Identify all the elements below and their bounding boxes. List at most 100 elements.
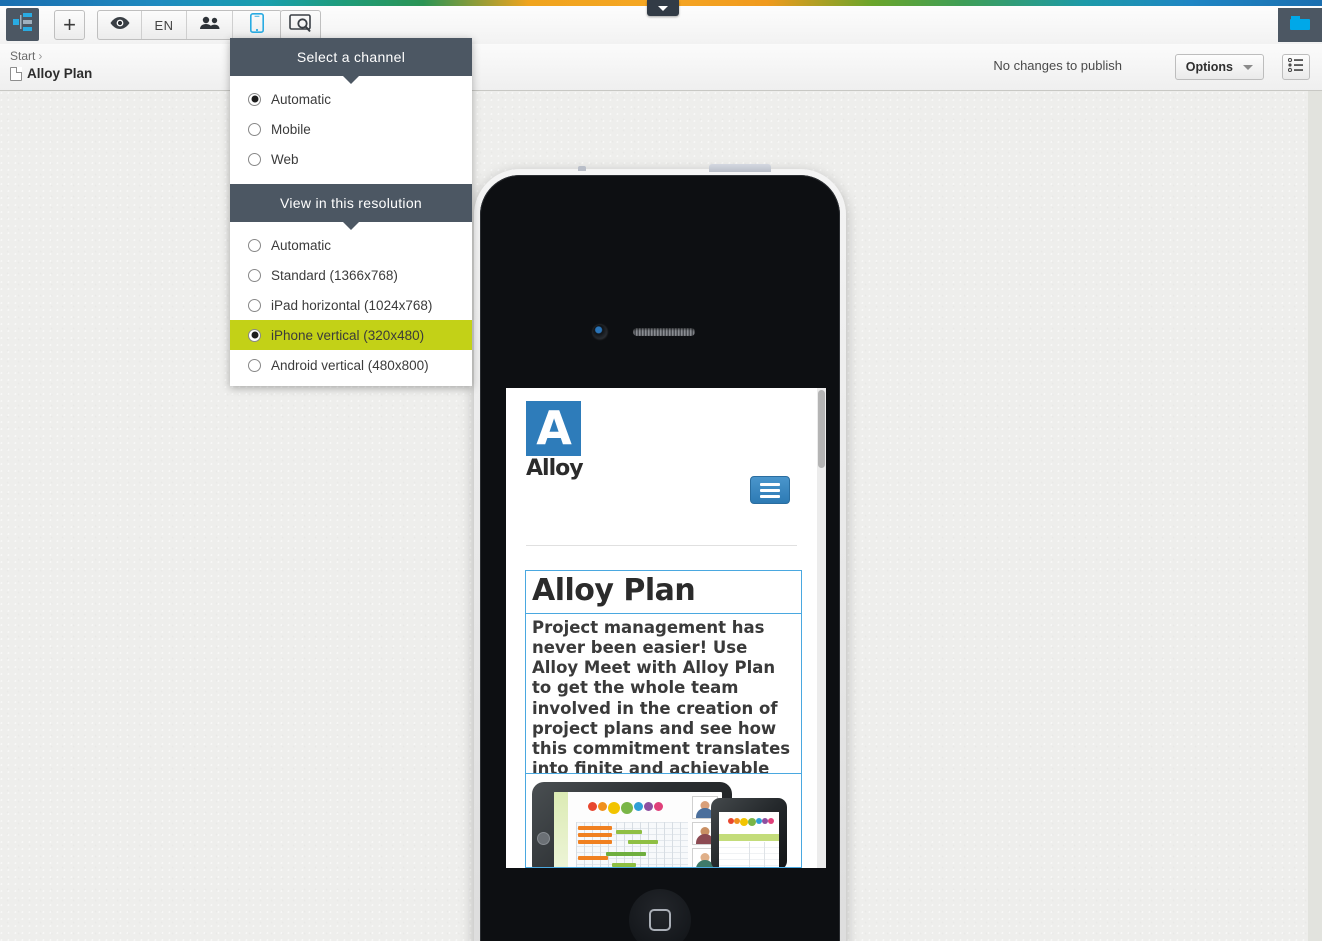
tablet-sidebar [554, 792, 568, 867]
device-channel-button[interactable] [233, 11, 281, 39]
publish-status-text: No changes to publish [993, 58, 1122, 73]
resolution-option-android-vertical[interactable]: Android vertical (480x800) [230, 350, 472, 380]
site-heading: Alloy Plan [532, 573, 696, 608]
select-channel-header: Select a channel [230, 38, 472, 84]
phone-table-graphic [719, 842, 779, 867]
breadcrumb-separator-icon: › [38, 49, 43, 63]
phone-power-button [709, 164, 771, 172]
assets-pane-button[interactable] [1278, 8, 1322, 42]
channel-option-label: Web [271, 151, 299, 167]
channel-list: Automatic Mobile Web [230, 76, 472, 184]
site-logo[interactable]: A Alloy [526, 401, 584, 481]
radio-icon [248, 298, 261, 312]
product-phone-screen [719, 812, 779, 867]
website-preview-screen[interactable]: A Alloy Alloy Plan Project management ha… [506, 388, 826, 868]
canvas-right-edge [1308, 91, 1322, 941]
alloy-logo-text: Alloy [526, 456, 584, 481]
users-icon [199, 16, 221, 35]
preview-resolution-button[interactable] [280, 10, 321, 40]
plus-icon: + [63, 12, 76, 37]
global-menu-pull-tab[interactable] [647, 0, 679, 16]
gantt-chart-graphic [576, 822, 688, 867]
view-resolution-title: View in this resolution [279, 195, 423, 211]
preview-canvas: A Alloy Alloy Plan Project management ha… [0, 91, 1322, 941]
editable-image-block[interactable] [525, 773, 802, 868]
home-square-icon [649, 909, 671, 931]
page-header-bar: Start › Alloy Plan No changes to publish … [0, 44, 1322, 91]
channel-option-web[interactable]: Web [230, 144, 472, 174]
channel-option-label: Mobile [271, 121, 311, 137]
tablet-screen [554, 792, 722, 867]
channel-option-label: Automatic [271, 91, 332, 107]
resolution-option-automatic[interactable]: Automatic [230, 230, 472, 260]
visitor-group-button[interactable] [187, 11, 233, 39]
sitemap-icon [12, 13, 33, 36]
hamburger-line [760, 488, 780, 492]
navigation-pane-button[interactable] [6, 8, 39, 41]
site-header-divider [526, 545, 797, 546]
website-scrollbar-thumb[interactable] [818, 390, 825, 468]
resolution-option-standard[interactable]: Standard (1366x768) [230, 260, 472, 290]
breadcrumb[interactable]: Start › [10, 49, 42, 63]
product-image-tablet [532, 782, 732, 867]
page-document-icon [10, 66, 22, 81]
breadcrumb-root[interactable]: Start [10, 49, 35, 63]
options-label: Options [1185, 60, 1233, 74]
phone-mute-switch [578, 166, 586, 171]
resolution-option-ipad-horizontal[interactable]: iPad horizontal (1024x768) [230, 290, 472, 320]
options-button[interactable]: Options [1174, 54, 1264, 80]
mobile-device-icon [250, 12, 264, 38]
popup-arrow-icon [342, 75, 360, 84]
phone-camera-icon [593, 325, 607, 339]
phone-body: A Alloy Alloy Plan Project management ha… [480, 175, 840, 941]
resolution-option-iphone-vertical[interactable]: iPhone vertical (320x480) [230, 320, 472, 350]
resolution-option-label: Standard (1366x768) [271, 267, 398, 283]
phone-speaker-grille [633, 328, 695, 336]
editable-heading-block[interactable]: Alloy Plan [525, 570, 802, 614]
phone-accent-bar [719, 834, 779, 841]
language-selector[interactable]: EN [142, 11, 187, 39]
channel-option-automatic[interactable]: Automatic [230, 84, 472, 114]
colorful-dots-graphic-small [728, 818, 774, 826]
preview-zoom-icon [288, 13, 313, 38]
radio-icon [248, 268, 261, 282]
select-channel-title: Select a channel [296, 49, 406, 65]
chevron-down-icon [658, 6, 668, 11]
toggle-preview-button[interactable] [98, 11, 142, 39]
device-preview-frame: A Alloy Alloy Plan Project management ha… [474, 164, 846, 941]
resolution-option-label: iPad horizontal (1024x768) [271, 297, 433, 313]
hamburger-menu-icon[interactable] [750, 476, 790, 504]
alloy-logo-letter: A [536, 401, 572, 455]
resolution-option-label: iPhone vertical (320x480) [271, 327, 425, 343]
create-new-button[interactable]: + [54, 10, 85, 40]
list-panel-icon [1287, 57, 1304, 77]
channel-option-mobile[interactable]: Mobile [230, 114, 472, 144]
page-title: Alloy Plan [27, 66, 93, 81]
radio-icon [248, 328, 261, 342]
site-paragraph: Project management has never been easier… [532, 618, 791, 798]
toggle-side-panel-button[interactable] [1282, 54, 1310, 80]
website-content: A Alloy Alloy Plan Project management ha… [506, 388, 817, 868]
website-scrollbar[interactable] [817, 388, 826, 868]
resolution-list: Automatic Standard (1366x768) iPad horiz… [230, 222, 472, 386]
chevron-down-icon [1243, 64, 1253, 70]
radio-icon [248, 152, 261, 166]
phone-home-button[interactable] [629, 889, 691, 941]
eye-icon [109, 16, 131, 35]
hamburger-line [760, 494, 780, 498]
page-title-row: Alloy Plan [10, 66, 92, 81]
view-resolution-header: View in this resolution [230, 184, 472, 230]
colorful-dots-graphic [588, 802, 663, 814]
resolution-option-label: Automatic [271, 237, 332, 253]
hamburger-line [760, 482, 780, 486]
channel-resolution-popup: Select a channel Automatic Mobile Web Vi… [230, 38, 472, 386]
product-image-phone [711, 798, 787, 867]
radio-icon [248, 122, 261, 136]
tablet-home-button-icon [537, 832, 550, 845]
radio-icon [248, 238, 261, 252]
radio-icon [248, 92, 261, 106]
popup-arrow-icon [342, 221, 360, 230]
view-options-group: EN [97, 10, 282, 40]
folder-icon [1289, 14, 1311, 37]
language-label: EN [154, 17, 174, 33]
